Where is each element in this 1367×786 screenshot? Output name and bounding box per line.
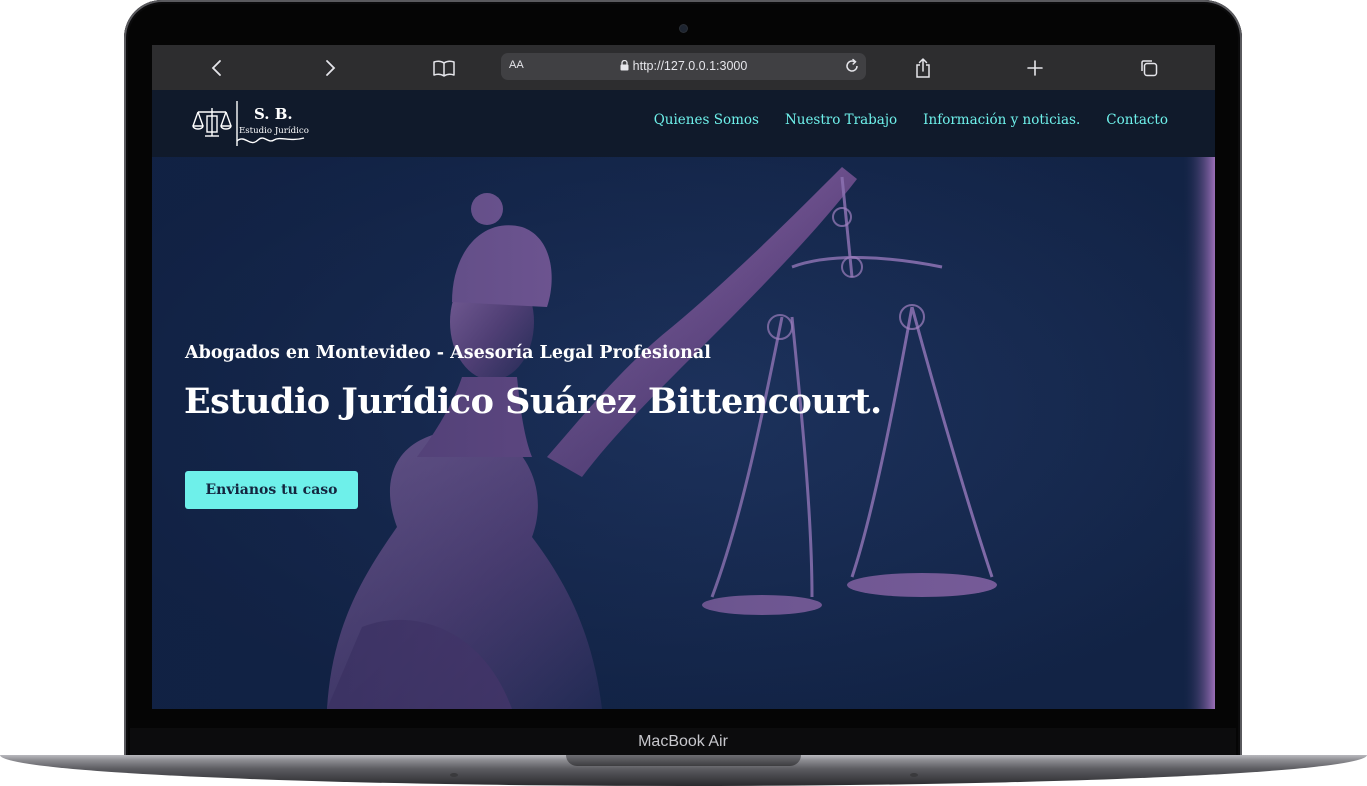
back-icon[interactable] bbox=[204, 55, 230, 81]
nav-quienes-somos[interactable]: Quienes Somos bbox=[654, 112, 759, 128]
new-tab-icon[interactable] bbox=[1022, 55, 1048, 81]
logo-subtitle: Estudio Jurídico bbox=[239, 125, 309, 136]
laptop-foot bbox=[450, 773, 458, 777]
tabs-overview-icon[interactable] bbox=[1136, 55, 1162, 81]
laptop-foot bbox=[910, 773, 918, 777]
lock-icon bbox=[620, 60, 629, 71]
nav-informacion-noticias[interactable]: Información y noticias. bbox=[923, 112, 1080, 128]
url-text: http://127.0.0.1:3000 bbox=[632, 59, 748, 73]
logo-initials: S. B. bbox=[254, 105, 293, 123]
camera-icon bbox=[680, 25, 687, 32]
hero-headline: Estudio Jurídico Suárez Bittencourt. bbox=[184, 381, 882, 422]
site-navbar: S. B. Estudio Jurídico Quienes Somos Nue… bbox=[152, 90, 1215, 157]
bookmarks-icon[interactable] bbox=[431, 55, 457, 81]
screen: AA http://127.0.0.1:3000 S. B. Estudio J… bbox=[152, 45, 1215, 709]
laptop-hinge-notch bbox=[566, 755, 801, 766]
hero-section: Abogados en Montevideo - Asesoría Legal … bbox=[152, 157, 1215, 709]
nav-contacto[interactable]: Contacto bbox=[1106, 112, 1168, 128]
hero-kicker: Abogados en Montevideo - Asesoría Legal … bbox=[185, 343, 711, 363]
forward-icon[interactable] bbox=[317, 55, 343, 81]
nav-nuestro-trabajo[interactable]: Nuestro Trabajo bbox=[785, 112, 897, 128]
site-logo[interactable]: S. B. Estudio Jurídico bbox=[190, 96, 315, 152]
send-case-button[interactable]: Envianos tu caso bbox=[185, 471, 358, 509]
share-icon[interactable] bbox=[910, 55, 936, 81]
device-label: MacBook Air bbox=[638, 733, 728, 750]
laptop-chin: MacBook Air bbox=[130, 728, 1236, 756]
main-nav: Quienes Somos Nuestro Trabajo Informació… bbox=[654, 112, 1168, 128]
address-bar[interactable]: AA http://127.0.0.1:3000 bbox=[501, 53, 866, 80]
website: S. B. Estudio Jurídico Quienes Somos Nue… bbox=[152, 90, 1215, 709]
reload-icon[interactable] bbox=[843, 57, 861, 79]
browser-toolbar: AA http://127.0.0.1:3000 bbox=[152, 45, 1215, 90]
hero-overlay bbox=[152, 157, 1215, 709]
